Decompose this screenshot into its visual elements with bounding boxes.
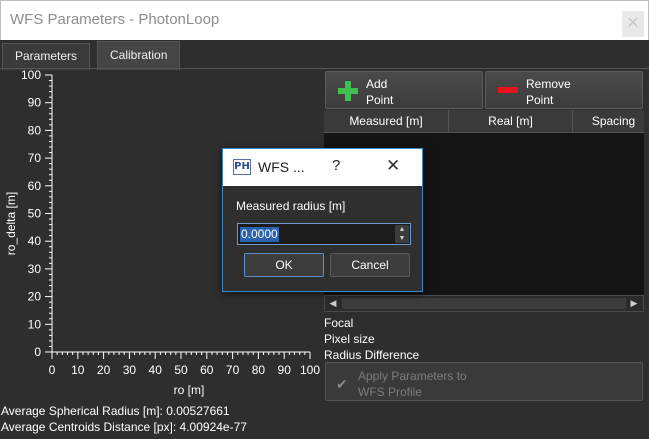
y-tick-label: 30 (28, 262, 42, 276)
dialog-close-icon[interactable]: ✕ (386, 156, 400, 176)
tab-bar: Parameters Calibration (0, 40, 649, 70)
x-tick-label: 100 (300, 363, 320, 377)
dialog-title-bar: PH WFS ... ? ✕ (223, 149, 422, 186)
focal-label: Focal (324, 316, 354, 330)
apply-parameters-button[interactable]: ✔ Apply Parameters to WFS Profile (325, 362, 643, 401)
dialog-prompt: Measured radius [m] (236, 199, 346, 213)
column-header-real[interactable]: Real [m] (449, 110, 573, 133)
help-icon[interactable]: ? (332, 157, 340, 174)
remove-point-label: Remove Point (526, 77, 571, 107)
y-tick-label: 100 (21, 69, 41, 82)
column-header-measured[interactable]: Measured [m] (324, 110, 449, 133)
x-axis-label: ro [m] (174, 383, 205, 397)
checkmark-icon: ✔ (336, 376, 348, 392)
measured-radius-input[interactable]: 0.0000 ▲ ▼ (237, 223, 411, 245)
x-tick-label: 0 (49, 363, 56, 377)
y-tick-label: 20 (28, 290, 42, 304)
x-tick-label: 90 (278, 363, 292, 377)
tab-parameters[interactable]: Parameters (2, 43, 91, 70)
add-point-label: Add Point (366, 77, 394, 107)
spinbox-arrows-icon[interactable]: ▲ ▼ (395, 225, 409, 243)
x-tick-label: 70 (226, 363, 240, 377)
table-header: Measured [m] Real [m] Spacing (324, 110, 644, 133)
y-tick-label: 10 (28, 317, 42, 331)
table-horizontal-scrollbar[interactable]: ◀ ▶ (324, 295, 644, 312)
x-tick-label: 80 (252, 363, 266, 377)
column-header-spacing[interactable]: Spacing (573, 110, 644, 133)
avg-centroids-distance-text: Average Centroids Distance [px]: 4.00924… (1, 420, 247, 434)
x-tick-label: 60 (200, 363, 214, 377)
scroll-left-icon[interactable]: ◀ (326, 297, 340, 310)
x-tick-label: 10 (71, 363, 85, 377)
y-tick-label: 0 (34, 345, 41, 359)
y-tick-label: 60 (28, 179, 42, 193)
tab-calibration[interactable]: Calibration (97, 41, 181, 70)
plus-icon (338, 81, 358, 101)
y-tick-label: 70 (28, 151, 42, 165)
add-point-button[interactable]: Add Point (325, 71, 483, 109)
y-axis-label: ro_delta [m] (4, 192, 18, 255)
dialog-title: WFS ... (258, 159, 305, 175)
app-logo-icon: PH (233, 159, 251, 175)
y-tick-label: 40 (28, 234, 42, 248)
y-tick-label: 90 (28, 96, 42, 110)
x-tick-label: 40 (149, 363, 163, 377)
window-title: WFS Parameters - PhotonLoop (10, 11, 220, 28)
x-tick-label: 30 (123, 363, 137, 377)
window-title-bar: WFS Parameters - PhotonLoop ✕ (0, 0, 649, 40)
cancel-button[interactable]: Cancel (330, 253, 410, 277)
pixel-size-label: Pixel size (324, 332, 375, 346)
remove-point-button[interactable]: Remove Point (485, 71, 643, 109)
radius-difference-label: Radius Difference (324, 348, 420, 362)
window-close-button[interactable]: ✕ (622, 11, 644, 37)
x-tick-label: 20 (97, 363, 111, 377)
ok-button[interactable]: OK (244, 253, 324, 277)
scrollbar-thumb[interactable] (342, 298, 626, 309)
minus-icon (498, 87, 518, 93)
scroll-right-icon[interactable]: ▶ (627, 297, 641, 310)
avg-spherical-radius-text: Average Spherical Radius [m]: 0.00527661 (1, 404, 230, 418)
y-tick-label: 80 (28, 123, 42, 137)
measured-radius-dialog: PH WFS ... ? ✕ Measured radius [m] 0.000… (222, 148, 423, 292)
measured-radius-value[interactable]: 0.0000 (240, 227, 279, 242)
y-tick-label: 50 (28, 207, 42, 221)
x-tick-label: 50 (174, 363, 188, 377)
apply-parameters-label: Apply Parameters to WFS Profile (358, 369, 467, 399)
